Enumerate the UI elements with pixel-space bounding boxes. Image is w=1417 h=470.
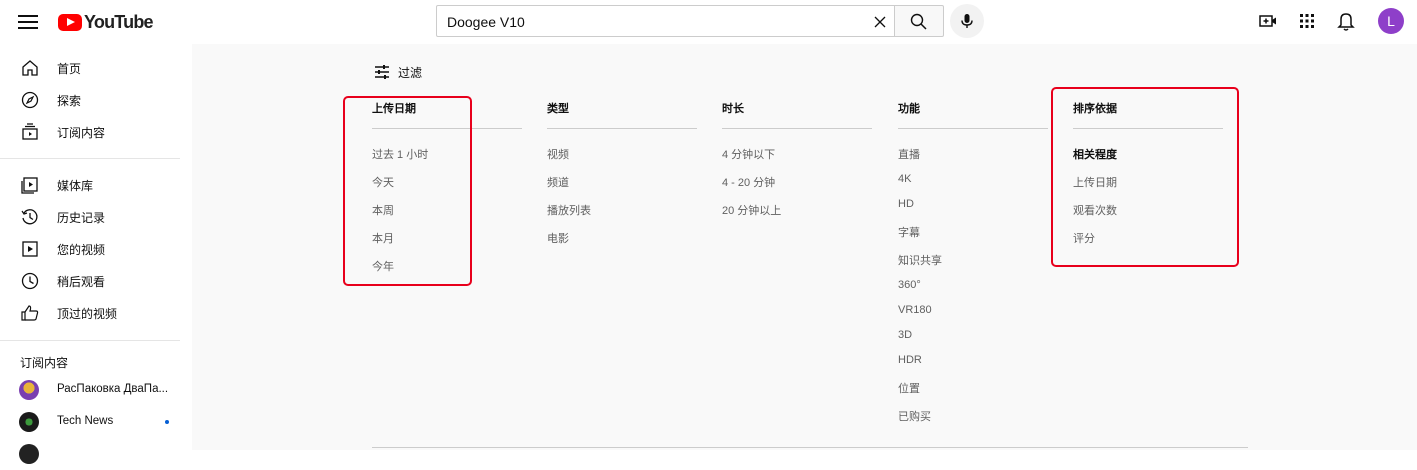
column-divider bbox=[547, 128, 697, 129]
filter-option[interactable]: 位置 bbox=[898, 380, 920, 396]
filter-sliders-icon bbox=[375, 65, 389, 79]
voice-search-button[interactable] bbox=[950, 4, 984, 38]
your-videos-icon bbox=[22, 241, 38, 257]
subscription-item[interactable] bbox=[0, 438, 180, 470]
search-button[interactable] bbox=[894, 5, 944, 37]
compass-icon bbox=[21, 91, 39, 109]
filter-toggle-button[interactable]: 过滤 bbox=[374, 63, 422, 81]
filter-option[interactable]: 4 分钟以下 bbox=[722, 146, 775, 162]
clear-search-icon[interactable] bbox=[870, 12, 890, 32]
sidebar-divider bbox=[0, 340, 180, 341]
subscriptions-icon bbox=[22, 123, 38, 140]
account-avatar[interactable]: L bbox=[1378, 8, 1404, 34]
sidebar-item-home[interactable]: 首页 bbox=[0, 52, 180, 84]
new-content-dot bbox=[165, 420, 169, 424]
filter-option[interactable]: 知识共享 bbox=[898, 252, 942, 268]
filter-option[interactable]: 视频 bbox=[547, 146, 569, 162]
filter-option[interactable]: VR180 bbox=[898, 304, 932, 316]
filter-column-type: 类型 视频 频道 播放列表 电影 bbox=[547, 100, 697, 245]
sidebar-item-subscriptions[interactable]: 订阅内容 bbox=[0, 116, 180, 148]
column-divider bbox=[722, 128, 872, 129]
channel-avatar bbox=[19, 444, 39, 464]
history-icon bbox=[21, 209, 38, 225]
search-box bbox=[436, 5, 895, 37]
column-divider bbox=[898, 128, 1048, 129]
subscription-item[interactable]: РасПаковка ДваПа... bbox=[0, 374, 180, 406]
masthead: YouTube L bbox=[0, 0, 1417, 44]
filter-option[interactable]: 电影 bbox=[547, 230, 569, 246]
filter-option[interactable]: 已购买 bbox=[898, 408, 931, 424]
sidebar-item-history[interactable]: 历史记录 bbox=[0, 201, 180, 233]
create-video-icon[interactable] bbox=[1258, 11, 1278, 31]
filter-option[interactable]: 4 - 20 分钟 bbox=[722, 174, 775, 190]
filter-column-features: 功能 直播 4K HD 字幕 知识共享 360° VR180 3D HDR 位置… bbox=[898, 100, 1048, 423]
apps-icon[interactable] bbox=[1298, 12, 1316, 30]
thumbs-up-icon bbox=[21, 305, 39, 321]
filter-option[interactable]: 直播 bbox=[898, 146, 920, 162]
subscriptions-heading: 订阅内容 bbox=[20, 356, 69, 370]
subscription-item[interactable]: Tech News bbox=[0, 406, 180, 438]
filter-option[interactable]: 360° bbox=[898, 279, 921, 291]
youtube-logo[interactable]: YouTube bbox=[58, 12, 154, 32]
sidebar-item-library[interactable]: 媒体库 bbox=[0, 169, 180, 201]
filters-bottom-divider bbox=[372, 447, 1248, 448]
notifications-bell-icon[interactable] bbox=[1336, 10, 1356, 32]
menu-icon[interactable] bbox=[18, 12, 38, 32]
filter-option[interactable]: 播放列表 bbox=[547, 202, 591, 218]
channel-avatar bbox=[19, 412, 39, 432]
filter-option[interactable]: 4K bbox=[898, 173, 911, 185]
filter-option[interactable]: 字幕 bbox=[898, 224, 920, 240]
sidebar-item-watch-later[interactable]: 稍后观看 bbox=[0, 265, 180, 297]
search-icon bbox=[910, 13, 927, 30]
highlight-box bbox=[1051, 87, 1239, 267]
sidebar-item-liked-videos[interactable]: 顶过的视频 bbox=[0, 297, 180, 329]
filter-option[interactable]: 3D bbox=[898, 329, 912, 341]
watch-later-icon bbox=[21, 272, 39, 290]
youtube-play-icon bbox=[58, 13, 82, 31]
sidebar-divider bbox=[0, 158, 180, 159]
library-icon bbox=[21, 177, 38, 194]
sidebar-item-explore[interactable]: 探索 bbox=[0, 84, 180, 116]
highlight-box bbox=[343, 96, 472, 286]
filter-option[interactable]: HDR bbox=[898, 354, 922, 366]
search-input[interactable] bbox=[447, 12, 847, 32]
filter-option[interactable]: HD bbox=[898, 198, 914, 210]
filter-option[interactable]: 频道 bbox=[547, 174, 569, 190]
home-icon bbox=[22, 60, 38, 76]
sidebar: 首页 探索 订阅内容 媒体库 历史记录 您的视频 稍后观看 顶过的视频 订阅内容… bbox=[0, 44, 192, 464]
filter-option[interactable]: 20 分钟以上 bbox=[722, 202, 781, 218]
filter-column-duration: 时长 4 分钟以下 4 - 20 分钟 20 分钟以上 bbox=[722, 100, 872, 217]
microphone-icon bbox=[961, 14, 973, 28]
sidebar-item-your-videos[interactable]: 您的视频 bbox=[0, 233, 180, 265]
channel-avatar bbox=[19, 380, 39, 400]
